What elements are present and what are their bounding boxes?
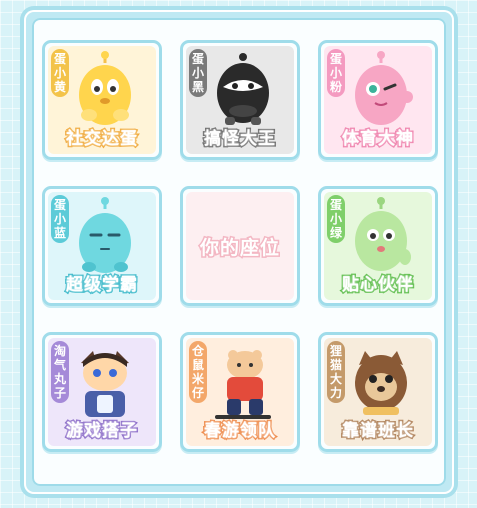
egg-green-mascot-icon: [355, 197, 411, 271]
character-grid: 蛋小黄 社交达蛋 蛋小黑 搞怪大王 蛋小粉 体育大神 蛋小蓝 超级学霸 你的座位…: [42, 40, 438, 454]
character-tag: 蛋小蓝: [51, 195, 69, 243]
your-seat-label: 你的座位: [198, 236, 280, 261]
character-tag: 蛋小绿: [327, 195, 345, 243]
character-tag: 仓鼠米仔: [189, 341, 207, 403]
egg-black-mascot-icon: [217, 53, 269, 125]
character-card-egg-pink[interactable]: 蛋小粉 体育大神: [318, 40, 438, 160]
character-title: 春游领队: [203, 420, 277, 443]
raccoon-dali-mascot-icon: [355, 351, 407, 415]
character-tag: 蛋小粉: [327, 49, 345, 97]
character-card-egg-green[interactable]: 蛋小绿 贴心伙伴: [318, 186, 438, 306]
character-title: 贴心伙伴: [341, 274, 415, 297]
character-title: 游戏搭子: [65, 420, 139, 443]
character-title: 搞怪大王: [203, 128, 277, 151]
egg-blue-mascot-icon: [79, 197, 131, 273]
character-card-egg-black[interactable]: 蛋小黑 搞怪大王: [180, 40, 300, 160]
your-seat-card[interactable]: 你的座位: [180, 186, 300, 306]
character-tag: 淘气丸子: [51, 341, 69, 403]
character-card-egg-yellow[interactable]: 蛋小黄 社交达蛋: [42, 40, 162, 160]
character-card-naughty-ball[interactable]: 淘气丸子 游戏搭子: [42, 332, 162, 452]
character-card-hamster-mizai[interactable]: 仓鼠米仔 春游领队: [180, 332, 300, 452]
character-tag: 蛋小黄: [51, 49, 69, 97]
hamster-mizai-mascot-icon: [215, 350, 271, 419]
character-tag: 蛋小黑: [189, 49, 207, 97]
character-tag: 狸猫大力: [327, 341, 345, 403]
character-title: 社交达蛋: [65, 128, 139, 151]
character-card-raccoon-dali[interactable]: 狸猫大力 靠谱班长: [318, 332, 438, 452]
character-title: 靠谱班长: [341, 420, 415, 443]
egg-pink-mascot-icon: [355, 51, 413, 125]
naughty-ball-mascot-icon: [81, 351, 129, 417]
character-title: 超级学霸: [65, 274, 139, 297]
character-title: 体育大神: [341, 128, 415, 151]
egg-yellow-mascot-icon: [79, 51, 131, 125]
character-card-egg-blue[interactable]: 蛋小蓝 超级学霸: [42, 186, 162, 306]
